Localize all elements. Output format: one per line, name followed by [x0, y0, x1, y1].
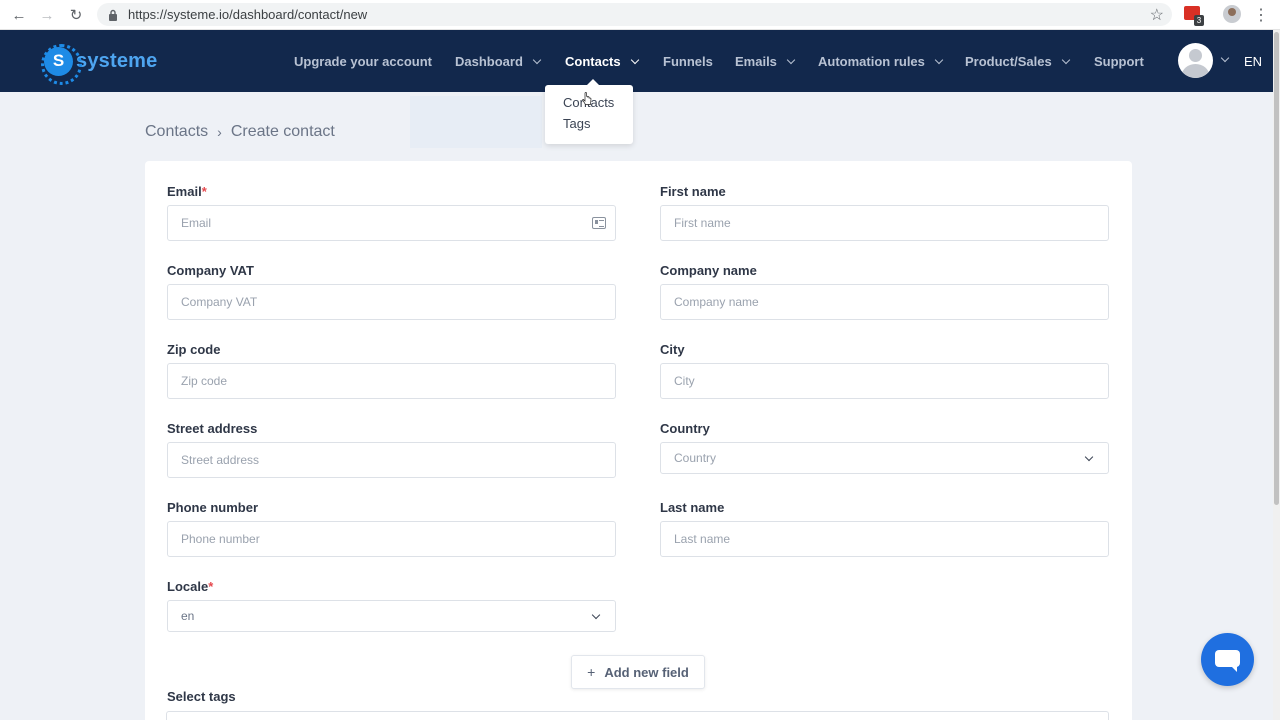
company-vat-field[interactable]: Company VAT [167, 284, 616, 320]
scrollbar-thumb[interactable] [1274, 32, 1279, 505]
locale-select[interactable]: en [167, 600, 616, 632]
street-address-label: Street address [167, 421, 258, 436]
chevron-down-icon [934, 55, 944, 65]
country-select[interactable]: Country [660, 442, 1109, 474]
breadcrumb-link-contacts[interactable]: Contacts [145, 123, 208, 141]
nav-emails[interactable]: Emails [735, 54, 796, 69]
browser-menu-icon[interactable]: ⋮ [1253, 5, 1269, 25]
select-tags-label: Select tags [167, 689, 236, 704]
logo-wordmark: systeme [76, 50, 158, 72]
forward-icon[interactable]: → [33, 1, 61, 29]
phone-number-label: Phone number [167, 500, 259, 515]
zip-code-field[interactable]: Zip code [167, 363, 616, 399]
hover-highlight [410, 96, 542, 148]
plus-icon: + [587, 664, 596, 680]
create-contact-card [145, 161, 1132, 720]
browser-toolbar: ← → ↻ https://systeme.io/dashboard/conta… [0, 0, 1280, 30]
breadcrumb: Contacts › Create contact [145, 123, 335, 141]
extension-badge: 3 [1194, 15, 1204, 26]
nav-product-sales[interactable]: Product/Sales [965, 54, 1070, 69]
chevron-down-icon [591, 610, 601, 620]
street-address-field[interactable]: Street address [167, 442, 616, 478]
chevron-down-icon[interactable] [1220, 53, 1230, 63]
company-vat-label: Company VAT [167, 263, 254, 278]
city-label: City [660, 342, 685, 357]
lock-icon [107, 9, 119, 21]
language-switcher[interactable]: EN [1244, 54, 1262, 69]
contact-card-icon[interactable] [592, 217, 606, 229]
phone-number-field[interactable]: Phone number [167, 521, 616, 557]
chat-widget-button[interactable] [1201, 633, 1254, 686]
chevron-down-icon [532, 55, 542, 65]
nav-automation-rules[interactable]: Automation rules [818, 54, 944, 69]
city-field[interactable]: City [660, 363, 1109, 399]
systeme-logo[interactable]: S systeme [41, 44, 158, 85]
nav-funnels[interactable]: Funnels [663, 54, 713, 69]
nav-upgrade-account[interactable]: Upgrade your account [294, 54, 432, 69]
email-label: Email* [167, 184, 207, 199]
extension-icon[interactable]: 3 [1184, 6, 1204, 26]
chevron-down-icon [630, 55, 639, 65]
page-scrollbar[interactable] [1273, 30, 1280, 720]
logo-gear-icon: S [41, 44, 82, 85]
main-navbar: S systeme Upgrade your account Dashboard… [0, 30, 1273, 92]
page-title: Create contact [230, 123, 335, 140]
chevron-down-icon [786, 55, 796, 65]
chevron-right-icon: › [217, 124, 222, 140]
user-avatar[interactable] [1178, 43, 1213, 78]
back-icon[interactable]: ← [5, 1, 33, 29]
nav-dashboard[interactable]: Dashboard [455, 54, 542, 69]
reload-icon[interactable]: ↻ [62, 1, 90, 29]
chevron-down-icon [1061, 55, 1070, 65]
country-label: Country [660, 421, 710, 436]
email-field[interactable]: Email [167, 205, 616, 241]
select-tags-input[interactable] [166, 711, 1109, 720]
profile-avatar-icon[interactable] [1223, 5, 1241, 23]
hand-cursor-icon [582, 92, 592, 105]
dropdown-item-tags[interactable]: Tags [563, 116, 590, 131]
address-bar[interactable]: https://systeme.io/dashboard/contact/new… [97, 3, 1172, 26]
zip-code-label: Zip code [167, 342, 221, 357]
first-name-label: First name [660, 184, 726, 199]
last-name-field[interactable]: Last name [660, 521, 1109, 557]
url-text: https://systeme.io/dashboard/contact/new [128, 7, 368, 22]
company-name-label: Company name [660, 263, 757, 278]
locale-label: Locale* [167, 579, 214, 594]
chevron-down-icon [1084, 452, 1094, 462]
add-new-field-button[interactable]: + Add new field [571, 655, 705, 689]
nav-support[interactable]: Support [1094, 54, 1144, 69]
last-name-label: Last name [660, 500, 725, 515]
first-name-field[interactable]: First name [660, 205, 1109, 241]
nav-contacts[interactable]: Contacts [565, 54, 639, 69]
chat-bubble-icon [1215, 650, 1240, 672]
bookmark-star-icon[interactable]: ☆ [1150, 5, 1164, 25]
company-name-field[interactable]: Company name [660, 284, 1109, 320]
